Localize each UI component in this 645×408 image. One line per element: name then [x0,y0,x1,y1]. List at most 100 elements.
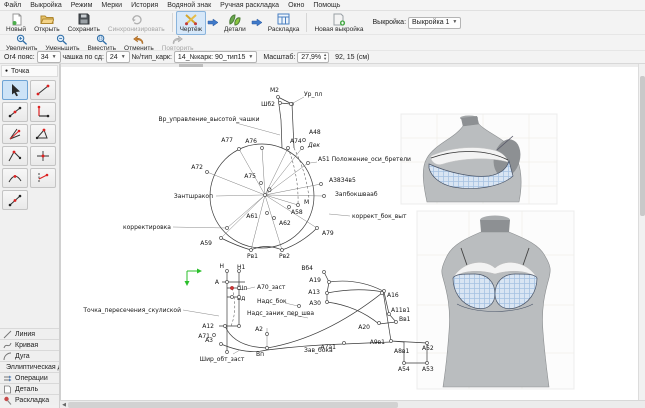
pattern-point[interactable] [326,292,329,295]
category-elliptical-arc[interactable]: Эллиптическая д... [0,361,59,372]
pattern-point[interactable] [277,96,280,99]
category-curve[interactable]: Кривая [0,339,59,350]
pattern-line[interactable] [187,271,198,282]
layout-mode-button[interactable]: Раскладка [264,11,304,35]
menu-measurements[interactable]: Мерки [101,2,122,9]
tool-point-along-line-button[interactable] [2,102,28,122]
pattern-point[interactable] [426,362,429,365]
pattern-point[interactable] [303,139,306,142]
spinner-arrows-icon[interactable]: ▲▼ [323,53,327,60]
wire-type-select[interactable]: 14_№карк: 90_тип15 ▼ [174,51,257,63]
pattern-point[interactable] [307,162,310,165]
pattern-point[interactable] [220,343,223,346]
pattern-line[interactable] [183,287,308,354]
drawing-canvas[interactable]: М2Ур_плШб2Вр_управление_высотой_чашкиА48… [60,64,638,400]
pattern-line[interactable] [227,271,239,352]
menu-window[interactable]: Окно [288,2,304,9]
category-line[interactable]: Линия [0,328,59,339]
pattern-point[interactable] [226,270,229,273]
tool-shoulder-point-button[interactable] [30,124,56,144]
toolbox-section-point[interactable]: ● Точка [1,65,58,77]
pattern-point[interactable] [323,195,326,198]
pattern-point[interactable] [273,217,276,220]
menu-watermark[interactable]: Водяной знак [167,2,211,9]
pattern-point[interactable] [226,227,229,230]
vertical-scrollbar[interactable] [638,64,645,400]
pattern-select[interactable]: Выкройка 1 ▼ [408,17,461,29]
cup-select[interactable]: 24 ▼ [106,51,130,63]
menu-help[interactable]: Помощь [313,2,340,9]
pattern-point[interactable] [390,340,393,343]
tool-true-darts-button[interactable] [2,190,28,210]
band-pattern-piece[interactable]: HH1AШпВдА70_застНадс_бокНадс_заник_пер_ш… [82,263,434,373]
scrollbar-thumb[interactable] [68,402,398,408]
pattern-line[interactable] [221,195,282,250]
pattern-point[interactable] [298,305,301,308]
tool-select-arrow-button[interactable] [2,80,28,100]
pattern-point[interactable] [238,148,241,151]
menu-mode[interactable]: Режим [71,2,93,9]
pattern-point[interactable] [238,296,241,299]
pattern-point[interactable] [266,333,269,336]
pattern-point[interactable] [403,362,406,365]
pattern-point[interactable] [231,296,234,299]
category-detail[interactable]: Деталь [0,383,59,394]
tool-line-intersect-axis-button[interactable] [30,168,56,188]
tool-point-distance-angle-button[interactable] [30,80,56,100]
pattern-line[interactable] [324,272,329,302]
pattern-line[interactable] [327,281,383,293]
open-button[interactable]: Открыть [30,11,64,35]
pattern-line[interactable] [327,291,396,341]
menu-history[interactable]: История [131,2,158,9]
tool-normal-point-button[interactable] [2,146,28,166]
new-button[interactable]: Новый [2,11,30,35]
pattern-point[interactable] [266,212,269,215]
category-operations[interactable]: Операции [0,372,59,383]
pattern-point[interactable] [238,325,241,328]
pattern-point[interactable] [326,301,329,304]
tool-intersect-point-button[interactable] [30,146,56,166]
pattern-line[interactable] [225,293,382,348]
pattern-point[interactable] [238,287,241,290]
pattern-point[interactable] [378,322,381,325]
pattern-point[interactable] [381,292,384,295]
pattern-line[interactable] [288,148,309,205]
menu-manual-layout[interactable]: Ручная раскладка [220,2,279,9]
pattern-drawing[interactable]: М2Ур_плШб2Вр_управление_высотой_чашкиА48… [61,64,637,398]
pattern-point[interactable] [320,183,323,186]
pattern-point[interactable] [226,281,229,284]
menu-pattern[interactable]: Выкройка [30,2,62,9]
pattern-point[interactable] [323,271,326,274]
pattern-point[interactable] [206,171,209,174]
scale-spinbox[interactable]: 27,9% ▲▼ [297,52,329,63]
pattern-point[interactable] [266,347,269,350]
save-button[interactable]: Сохранить [64,11,104,35]
pattern-point[interactable] [281,249,284,252]
pattern-point[interactable] [226,351,229,354]
tool-bisector-point-button[interactable] [2,124,28,144]
canvas-top-scrollbar[interactable] [61,64,638,67]
new-pattern-button[interactable]: Новая выкройка [310,11,367,35]
pattern-line[interactable] [221,228,317,250]
pattern-point[interactable] [250,249,253,252]
scrollbar-thumb[interactable] [179,64,203,67]
cup-pattern-piece[interactable]: М2Ур_плШб2Вр_управление_высотой_чашкиА48… [123,87,411,260]
category-arc[interactable]: Дуга [0,350,59,361]
pattern-point[interactable] [297,204,300,207]
pattern-point[interactable] [287,147,290,150]
tool-curve-point-button[interactable] [2,168,28,188]
pattern-point[interactable] [220,237,223,240]
pattern-line[interactable] [231,288,235,326]
pattern-point[interactable] [231,287,234,290]
pattern-point[interactable] [260,182,263,185]
sync-button[interactable]: Синхронизировать [104,11,169,35]
pattern-point[interactable] [343,342,346,345]
pattern-point[interactable] [224,325,227,328]
girth-select[interactable]: 34 ▼ [37,51,61,63]
scroll-left-arrow-icon[interactable]: ◀ [60,402,68,408]
pattern-point[interactable] [279,102,282,105]
menu-file[interactable]: Файл [4,2,21,9]
scrollbar-thumb[interactable] [640,76,645,216]
horizontal-scrollbar[interactable]: ◀ [60,400,645,408]
draw-mode-button[interactable]: Чертёж [176,11,206,35]
